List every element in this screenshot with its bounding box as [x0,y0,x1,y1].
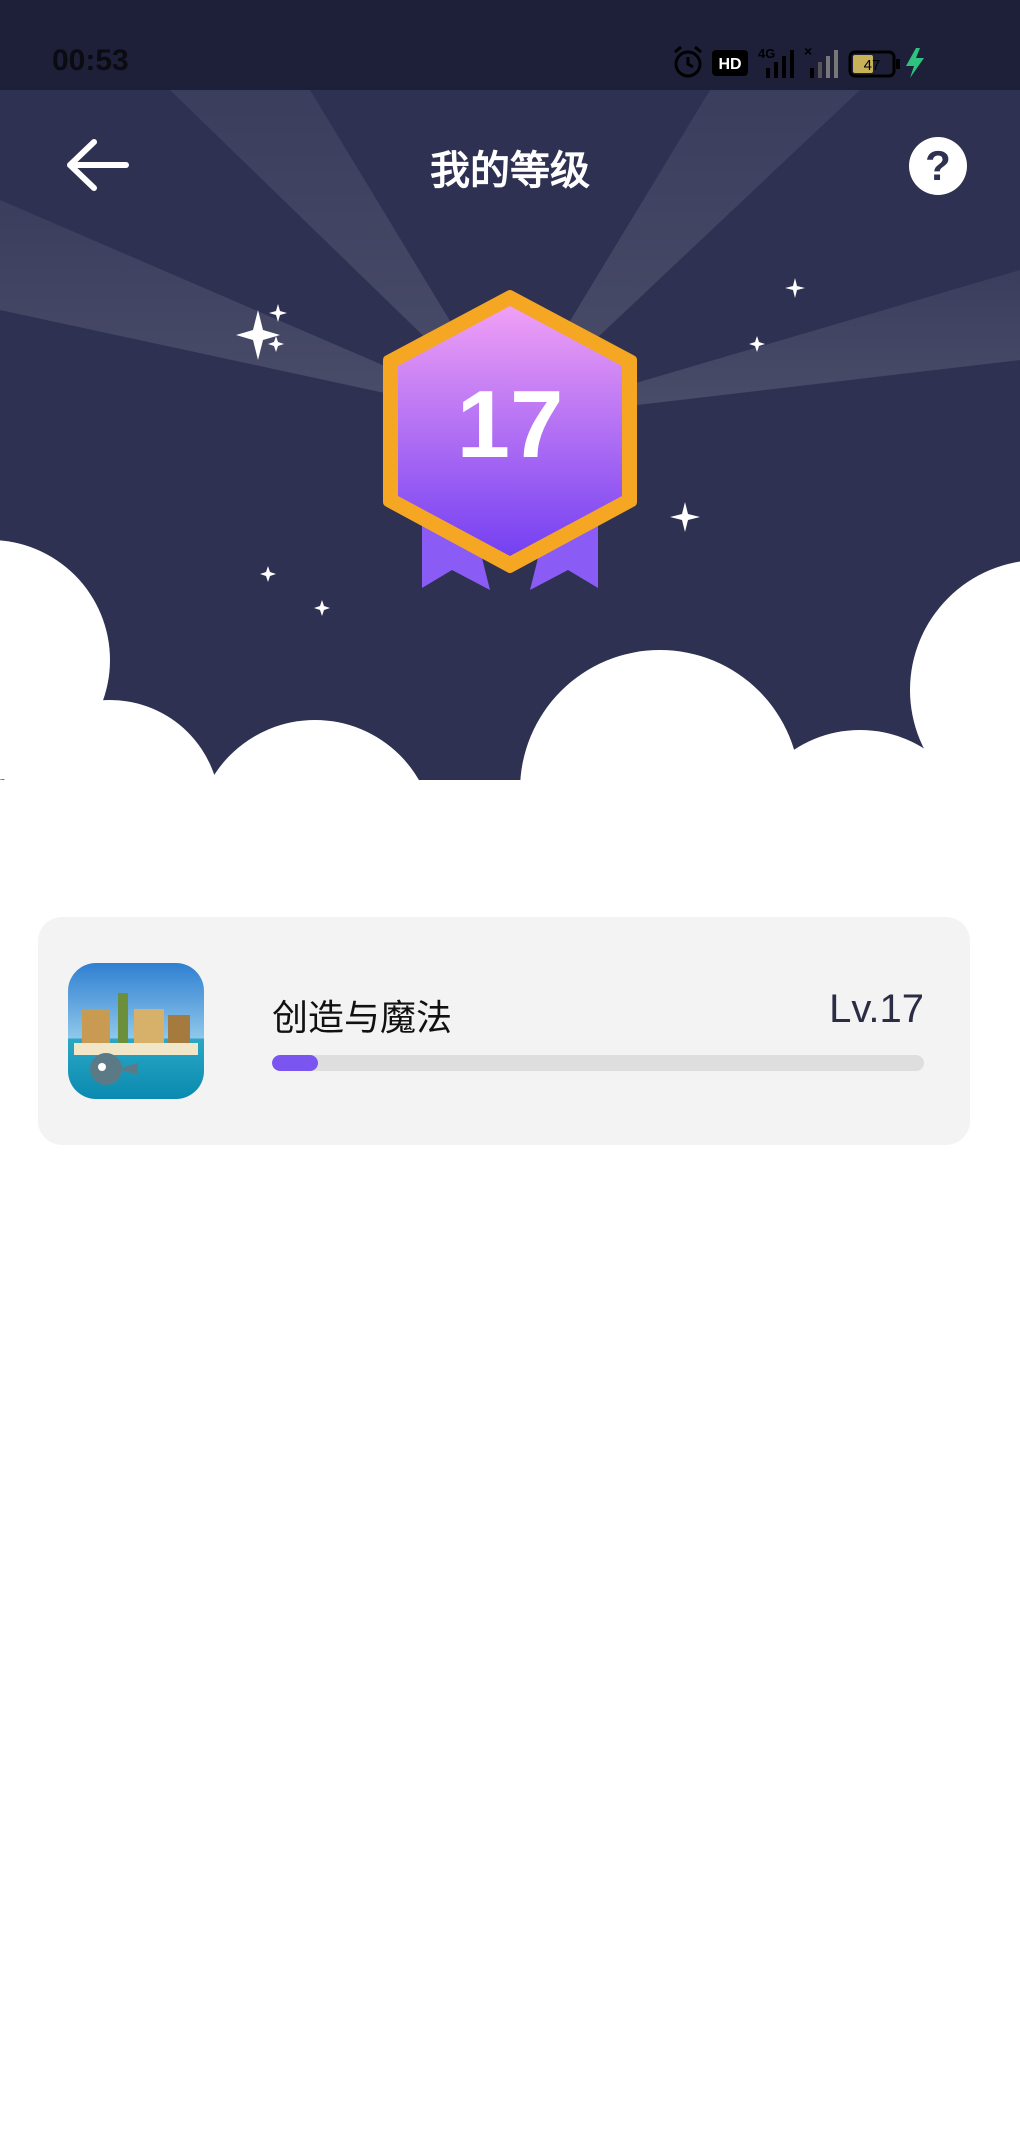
alarm-icon [674,45,702,78]
game-level-card[interactable]: 创造与魔法 Lv.17 [38,917,970,1145]
battery-icon: 47 [848,50,900,78]
signal-sim2-icon: × [804,44,838,78]
status-icons: HD 4G × 47 [674,44,924,78]
status-time: 00:53 [52,44,129,77]
page-title: 我的等级 [430,147,590,194]
status-bar: 00:53 HD 4G × 47 [0,0,1020,90]
svg-text:×: × [804,44,812,59]
level-progress-fill [272,1055,318,1071]
clouds [0,540,1020,820]
badge-level-number: 17 [456,371,564,478]
battery-level: 47 [864,57,881,74]
level-progress-bar [272,1055,924,1071]
svg-text:4G: 4G [758,46,775,61]
game-level-label: Lv.17 [829,987,924,1031]
game-name: 创造与魔法 [272,998,453,1039]
hd-icon: HD [712,50,748,76]
signal-4g-icon: 4G [758,46,794,78]
svg-text:HD: HD [718,56,741,73]
help-button[interactable]: ? [908,136,968,196]
game-app-icon [68,963,204,1099]
question-mark-icon: ? [925,142,951,189]
charging-icon [906,48,924,78]
